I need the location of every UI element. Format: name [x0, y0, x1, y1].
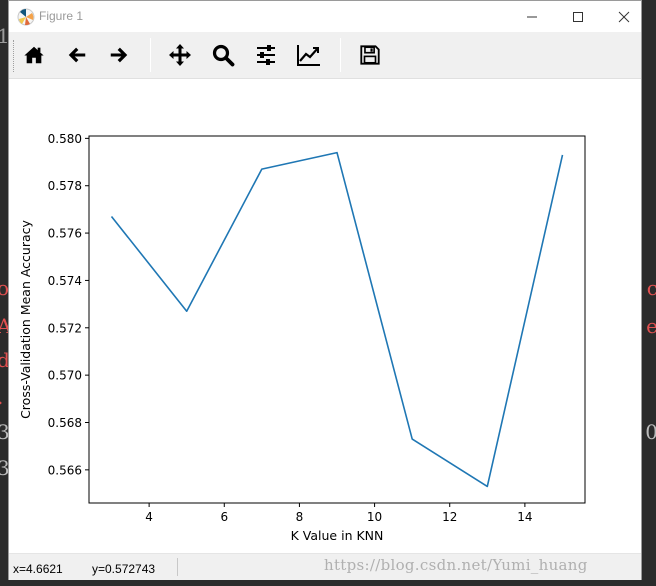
sliders-icon [257, 45, 275, 65]
y-tick-label: 0.568 [48, 416, 82, 430]
x-tick-label: 8 [296, 510, 304, 524]
x-tick-label: 12 [442, 510, 457, 524]
background-glyph: e [646, 314, 656, 338]
move-icon [169, 44, 191, 66]
save-button[interactable] [352, 37, 388, 73]
y-tick-label: 0.566 [48, 463, 82, 477]
floppy-disk-icon [360, 45, 380, 65]
forward-button[interactable] [101, 37, 137, 73]
toolbar-separator [340, 38, 341, 72]
watermark-text: https://blog.csdn.net/Yumi_huang [324, 556, 588, 574]
y-tick-label: 0.580 [48, 132, 82, 146]
line-chart: 4 6 8 10 12 14 0.566 0.568 0.570 0.572 0.574 0.576 0… [18, 132, 586, 543]
window-title: Figure 1 [39, 9, 84, 23]
background-glyph: c [646, 276, 656, 300]
cursor-y-readout: y=0.572743 [92, 562, 156, 576]
figure-canvas[interactable]: 4 6 8 10 12 14 0.566 0.568 0.570 0.572 0.574 0.576 0… [9, 79, 641, 553]
y-tick-label: 0.572 [48, 321, 82, 335]
pan-button[interactable] [162, 37, 198, 73]
x-axis-label: K Value in KNN [291, 528, 384, 543]
navigation-toolbar [9, 32, 641, 79]
arrow-left-icon [68, 47, 86, 63]
toolbar-separator [150, 38, 151, 72]
y-axis-label: Cross-Validation Mean Accuracy [18, 219, 33, 418]
title-bar[interactable]: Figure 1 [9, 1, 641, 32]
y-tick-label: 0.574 [48, 274, 82, 288]
y-tick-label: 0.578 [48, 179, 82, 193]
back-button[interactable] [59, 37, 95, 73]
line-chart-icon [297, 45, 320, 66]
plot-area-frame [88, 135, 586, 504]
series-line [110, 151, 564, 488]
background-glyph: . [0, 385, 3, 409]
home-icon [24, 46, 44, 64]
x-tick-label: 6 [220, 510, 228, 524]
y-tick-label: 0.570 [48, 369, 82, 383]
x-tick-label: 10 [367, 510, 382, 524]
status-separator [177, 558, 178, 576]
x-tick-label: 14 [517, 510, 532, 524]
background-glyph: 0 [645, 420, 656, 444]
minimize-button[interactable] [509, 1, 555, 32]
cursor-x-readout: x=4.6621 [13, 562, 63, 576]
close-button[interactable] [601, 1, 647, 32]
arrow-right-icon [110, 47, 128, 63]
minimize-icon [527, 16, 537, 17]
edit-axis-button[interactable] [291, 37, 327, 73]
close-icon [618, 11, 630, 22]
magnifier-icon [212, 44, 235, 67]
zoom-button[interactable] [205, 37, 241, 73]
x-tick-label: 4 [145, 510, 153, 524]
home-button[interactable] [16, 37, 52, 73]
figure-window: Figure 1 4 6 8 10 12 14 0.566 0.568 0.57… [8, 0, 642, 580]
maximize-button[interactable] [555, 1, 601, 32]
y-tick-label: 0.576 [48, 227, 82, 241]
subplots-button[interactable] [248, 37, 284, 73]
maximize-icon [573, 11, 583, 22]
matplotlib-icon [17, 8, 35, 26]
